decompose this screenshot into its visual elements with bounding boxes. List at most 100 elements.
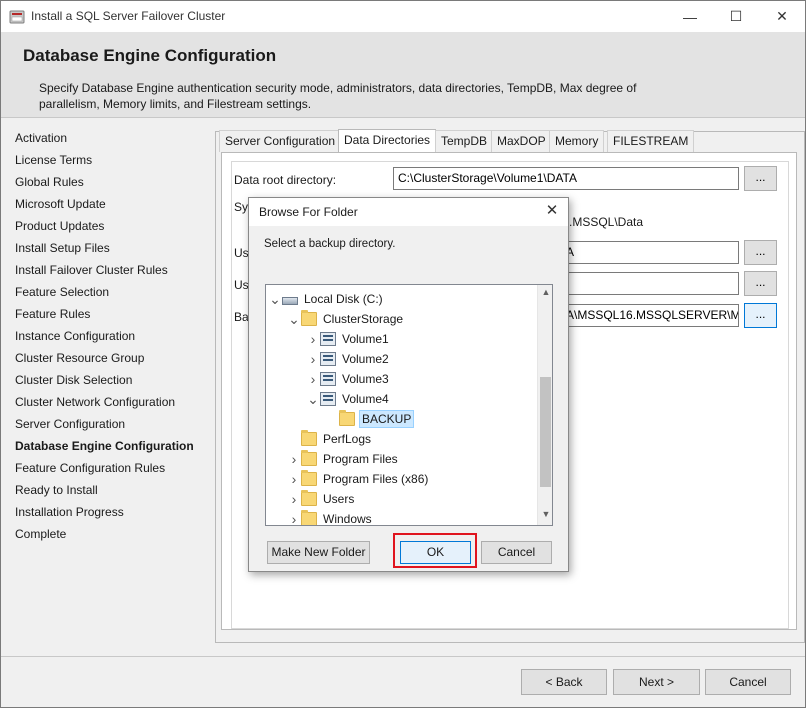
tree-node[interactable]: PerfLogs bbox=[287, 429, 373, 449]
page-description: Specify Database Engine authentication s… bbox=[39, 81, 637, 111]
user-log-browse-button[interactable]: ... bbox=[744, 271, 777, 296]
back-button[interactable]: < Back bbox=[521, 669, 607, 695]
tab-tempdb[interactable]: TempDB bbox=[435, 130, 494, 152]
chevron-right-icon[interactable]: › bbox=[306, 369, 320, 389]
tree-node[interactable]: › Users bbox=[287, 489, 356, 509]
tree-node[interactable]: ⌄ ClusterStorage bbox=[287, 309, 405, 329]
page-title: Database Engine Configuration bbox=[23, 46, 277, 65]
chevron-right-icon[interactable]: › bbox=[287, 469, 301, 489]
tree-node[interactable]: › Windows bbox=[287, 509, 374, 526]
scroll-down-arrow-icon[interactable]: ▼ bbox=[538, 509, 552, 523]
tab-server-configuration[interactable]: Server Configuration bbox=[219, 130, 342, 152]
volume-icon bbox=[320, 372, 336, 386]
step-item: Install Failover Cluster Rules bbox=[15, 263, 168, 277]
tree-node[interactable]: ⌄ Local Disk (C:) bbox=[268, 289, 385, 309]
drive-icon bbox=[282, 297, 298, 305]
tree-node[interactable]: › Program Files (x86) bbox=[287, 469, 430, 489]
step-item: Activation bbox=[15, 131, 68, 145]
system-db-directory-value: .MSSQL\Data bbox=[569, 215, 644, 229]
window-title: Install a SQL Server Failover Cluster bbox=[31, 9, 226, 23]
step-item: Ready to Install bbox=[15, 483, 98, 497]
folder-tree[interactable]: ⌄ Local Disk (C:) ⌄ ClusterStorage › Volume1 ›… bbox=[265, 284, 553, 526]
tree-node-label: Volume1 bbox=[342, 332, 389, 346]
step-item: Cluster Network Configuration bbox=[15, 395, 176, 409]
tree-node-label: Local Disk (C:) bbox=[304, 292, 383, 306]
step-item: Feature Selection bbox=[15, 285, 110, 299]
folder-icon bbox=[301, 490, 317, 506]
chevron-right-icon[interactable]: › bbox=[306, 349, 320, 369]
tree-node[interactable]: BACKUP bbox=[325, 409, 415, 429]
step-item: Install Setup Files bbox=[15, 241, 110, 255]
chevron-right-icon[interactable]: › bbox=[287, 509, 301, 525]
tab-maxdop[interactable]: MaxDOP bbox=[491, 130, 552, 152]
tree-node-label: Volume2 bbox=[342, 352, 389, 366]
tree-scrollbar[interactable]: ▲ ▼ bbox=[537, 285, 552, 525]
step-item: Database Engine Configuration bbox=[15, 439, 194, 453]
tree-node-label: Windows bbox=[323, 512, 372, 526]
title-bar: Install a SQL Server Failover Cluster — … bbox=[1, 1, 805, 32]
steps-sidebar: Activation License Terms Global Rules Micro… bbox=[15, 127, 211, 545]
scroll-up-arrow-icon[interactable]: ▲ bbox=[538, 287, 552, 301]
tree-node[interactable]: ⌄ Volume4 bbox=[306, 389, 391, 409]
step-item: Complete bbox=[15, 527, 67, 541]
data-root-input[interactable]: C:\ClusterStorage\Volume1\DATA bbox=[393, 167, 739, 190]
chevron-down-icon[interactable]: ⌄ bbox=[287, 312, 301, 326]
dialog-cancel-button[interactable]: Cancel bbox=[481, 541, 552, 564]
browse-for-folder-dialog: Browse For Folder ✕ Select a backup dire… bbox=[248, 197, 569, 572]
step-item: Installation Progress bbox=[15, 505, 124, 519]
step-item: Feature Rules bbox=[15, 307, 91, 321]
tree-node-label: Users bbox=[323, 492, 355, 506]
folder-icon bbox=[301, 510, 317, 525]
volume-icon bbox=[320, 392, 336, 406]
cancel-button[interactable]: Cancel bbox=[705, 669, 791, 695]
chevron-right-icon[interactable]: › bbox=[306, 329, 320, 349]
folder-icon bbox=[301, 470, 317, 486]
step-item: Microsoft Update bbox=[15, 197, 106, 211]
tree-node-label: Volume3 bbox=[342, 372, 389, 386]
tab-memory[interactable]: Memory bbox=[549, 130, 605, 152]
chevron-down-icon[interactable]: ⌄ bbox=[268, 292, 282, 306]
backup-value: A\MSSQL16.MSSQLSERVER\MSS bbox=[566, 308, 739, 322]
tree-node-label: Volume4 bbox=[342, 392, 389, 406]
tree-node-label: BACKUP bbox=[359, 410, 415, 428]
minimize-icon: — bbox=[683, 8, 697, 25]
sql-setup-app-icon bbox=[9, 10, 25, 24]
dialog-prompt: Select a backup directory. bbox=[264, 238, 396, 250]
folder-icon bbox=[301, 450, 317, 466]
user-db-browse-button[interactable]: ... bbox=[744, 240, 777, 265]
ok-button-highlight bbox=[393, 533, 477, 568]
maximize-button[interactable]: ☐ bbox=[713, 1, 759, 32]
folder-icon bbox=[339, 410, 355, 426]
tab-filestream[interactable]: FILESTREAM bbox=[607, 130, 695, 152]
folder-icon bbox=[301, 430, 317, 446]
step-item: Feature Configuration Rules bbox=[15, 461, 166, 475]
make-new-folder-button[interactable]: Make New Folder bbox=[267, 541, 370, 564]
page-header: Database Engine Configuration Specify Da… bbox=[1, 32, 805, 118]
dialog-title-bar: Browse For Folder ✕ bbox=[249, 198, 568, 226]
step-item: Cluster Resource Group bbox=[15, 351, 145, 365]
folder-icon bbox=[301, 310, 317, 326]
step-item: Global Rules bbox=[15, 175, 84, 189]
tree-node[interactable]: › Program Files bbox=[287, 449, 400, 469]
tree-node[interactable]: › Volume2 bbox=[306, 349, 391, 369]
maximize-icon: ☐ bbox=[729, 8, 743, 24]
dialog-title: Browse For Folder bbox=[259, 205, 358, 219]
tree-node[interactable]: › Volume1 bbox=[306, 329, 391, 349]
volume-icon bbox=[320, 352, 336, 366]
tab-data-directories[interactable]: Data Directories bbox=[338, 129, 437, 153]
tree-node[interactable]: › Volume3 bbox=[306, 369, 391, 389]
minimize-button[interactable]: — bbox=[667, 1, 713, 32]
next-button[interactable]: Next > bbox=[613, 669, 700, 695]
backup-browse-button[interactable]: ... bbox=[744, 303, 777, 328]
chevron-right-icon[interactable]: › bbox=[287, 449, 301, 469]
dialog-close-button[interactable]: ✕ bbox=[541, 201, 563, 223]
close-button[interactable]: ✕ bbox=[759, 1, 805, 32]
tree-node-label: Program Files (x86) bbox=[323, 472, 429, 486]
step-item: Cluster Disk Selection bbox=[15, 373, 133, 387]
data-root-browse-button[interactable]: ... bbox=[744, 166, 777, 191]
chevron-down-icon[interactable]: ⌄ bbox=[306, 392, 320, 406]
chevron-right-icon[interactable]: › bbox=[287, 489, 301, 509]
tree-node-label: ClusterStorage bbox=[323, 312, 404, 326]
scroll-thumb[interactable] bbox=[540, 377, 551, 487]
tree-node-label: Program Files bbox=[323, 452, 398, 466]
